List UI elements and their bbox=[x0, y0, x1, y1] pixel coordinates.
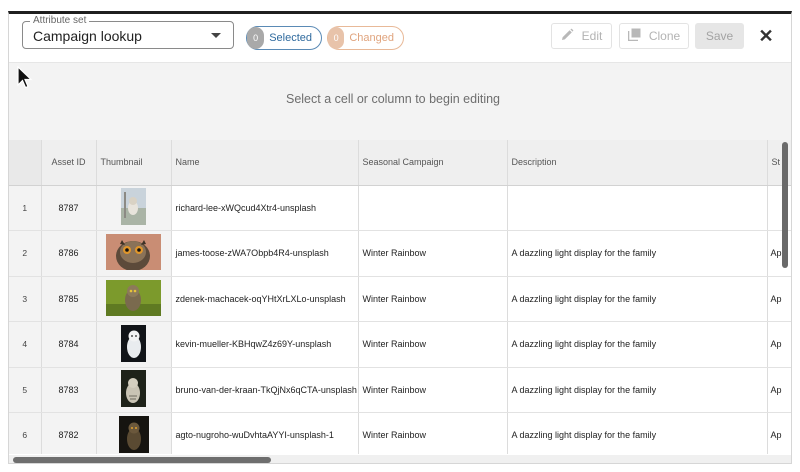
thumbnail-cell[interactable] bbox=[96, 230, 172, 277]
table-row: 6 8782 agto-nugroho-wuDvhtaAYYI-unsplash… bbox=[9, 412, 791, 454]
campaign-cell[interactable]: Winter Rainbow bbox=[358, 321, 508, 368]
description-cell[interactable]: A dazzling light display for the family bbox=[507, 230, 768, 277]
horizontal-scrollbar-thumb[interactable] bbox=[13, 457, 271, 463]
chevron-down-icon bbox=[211, 33, 221, 38]
asset-id-cell[interactable]: 8782 bbox=[41, 412, 97, 454]
attribute-set-legend: Attribute set bbox=[30, 15, 90, 27]
thumbnail-cell[interactable] bbox=[96, 412, 172, 454]
table-row: 1 8787 richard-lee-xWQcud4Xtr4-unsplash bbox=[9, 185, 791, 231]
asset-id-cell[interactable]: 8783 bbox=[41, 367, 97, 413]
selected-label: Selected bbox=[269, 32, 312, 44]
vertical-scrollbar[interactable] bbox=[782, 142, 788, 268]
status-cell[interactable]: Ap bbox=[767, 412, 791, 454]
description-cell[interactable]: A dazzling light display for the family bbox=[507, 321, 768, 368]
changed-count-badge: 0 bbox=[328, 27, 345, 49]
copy-icon bbox=[627, 28, 641, 44]
column-header-name[interactable]: Name bbox=[171, 140, 359, 186]
selected-count-badge: 0 bbox=[247, 27, 265, 49]
save-label: Save bbox=[705, 29, 734, 43]
close-icon[interactable]: ✕ bbox=[757, 26, 775, 46]
mouse-pointer-icon bbox=[17, 65, 33, 95]
name-cell[interactable]: kevin-mueller-KBHqwZ4z69Y-unsplash bbox=[171, 321, 359, 368]
column-header-description[interactable]: Description bbox=[507, 140, 768, 186]
status-cell[interactable]: Ap bbox=[767, 321, 791, 368]
thumbnail-cell[interactable] bbox=[96, 185, 172, 231]
campaign-cell[interactable]: Winter Rainbow bbox=[358, 367, 508, 413]
name-cell[interactable]: bruno-van-der-kraan-TkQjNx6qCTA-unsplash bbox=[171, 367, 359, 413]
table-row: 3 8785 zdenek-machacek-oqYHtXrLXLo-unspl… bbox=[9, 276, 791, 322]
toolbar: Attribute set Campaign lookup 0 Selected… bbox=[9, 14, 791, 62]
campaign-cell[interactable]: Winter Rainbow bbox=[358, 412, 508, 454]
row-number: 5 bbox=[9, 367, 42, 413]
column-header-asset-id[interactable]: Asset ID bbox=[41, 140, 97, 186]
pencil-icon bbox=[561, 28, 574, 44]
table-row: 4 8784 kevin-mueller-KBHqwZ4z69Y-unsplas… bbox=[9, 321, 791, 368]
status-cell[interactable]: Ap bbox=[767, 276, 791, 322]
campaign-cell[interactable]: Winter Rainbow bbox=[358, 276, 508, 322]
selected-filter-pill[interactable]: 0 Selected bbox=[246, 26, 322, 50]
changed-filter-pill[interactable]: 0 Changed bbox=[327, 26, 404, 50]
status-cell[interactable]: Ap bbox=[767, 367, 791, 413]
name-cell[interactable]: james-toose-zWA7Obpb4R4-unsplash bbox=[171, 230, 359, 277]
thumbnail-cell[interactable] bbox=[96, 276, 172, 322]
campaign-cell[interactable]: Winter Rainbow bbox=[358, 230, 508, 277]
row-number: 3 bbox=[9, 276, 42, 322]
edit-label: Edit bbox=[581, 29, 603, 43]
attribute-set-select[interactable]: Attribute set Campaign lookup bbox=[22, 15, 234, 49]
name-cell[interactable]: zdenek-machacek-oqYHtXrLXLo-unsplash bbox=[171, 276, 359, 322]
asset-id-cell[interactable]: 8786 bbox=[41, 230, 97, 277]
name-cell[interactable]: richard-lee-xWQcud4Xtr4-unsplash bbox=[171, 185, 359, 231]
horizontal-scrollbar-track[interactable] bbox=[9, 455, 791, 463]
thumbnail-image bbox=[106, 279, 161, 318]
asset-id-cell[interactable]: 8787 bbox=[41, 185, 97, 231]
table-row: 2 8786 james-toose-zWA7Obpb4R4-unsplash … bbox=[9, 230, 791, 277]
row-number: 1 bbox=[9, 185, 42, 231]
description-cell[interactable]: A dazzling light display for the family bbox=[507, 412, 768, 454]
row-number: 2 bbox=[9, 230, 42, 277]
thumbnail-image bbox=[106, 234, 161, 272]
asset-id-cell[interactable]: 8785 bbox=[41, 276, 97, 322]
row-number: 6 bbox=[9, 412, 42, 454]
thumbnail-image bbox=[121, 324, 146, 364]
thumbnail-image bbox=[121, 370, 146, 409]
save-button[interactable]: Save bbox=[695, 23, 744, 49]
edit-info-bar: Select a cell or column to begin editing bbox=[9, 62, 791, 141]
thumbnail-image bbox=[118, 415, 149, 454]
clone-label: Clone bbox=[648, 29, 681, 43]
thumbnail-cell[interactable] bbox=[96, 367, 172, 413]
thumbnail-image bbox=[121, 188, 146, 227]
data-grid: Asset ID Thumbnail Name Seasonal Campaig… bbox=[9, 140, 791, 454]
header-row: Asset ID Thumbnail Name Seasonal Campaig… bbox=[9, 140, 791, 186]
description-cell[interactable] bbox=[507, 185, 768, 231]
description-cell[interactable]: A dazzling light display for the family bbox=[507, 276, 768, 322]
bulk-edit-panel: Attribute set Campaign lookup 0 Selected… bbox=[8, 11, 792, 464]
info-message: Select a cell or column to begin editing bbox=[285, 92, 500, 106]
clone-button[interactable]: Clone bbox=[619, 23, 689, 49]
table-row: 5 8783 bruno-van-der-kraan-TkQjNx6qCTA-u… bbox=[9, 367, 791, 413]
asset-id-cell[interactable]: 8784 bbox=[41, 321, 97, 368]
attribute-set-value: Campaign lookup bbox=[33, 28, 142, 44]
changed-label: Changed bbox=[349, 32, 394, 44]
campaign-cell[interactable] bbox=[358, 185, 508, 231]
column-header-thumbnail[interactable]: Thumbnail bbox=[96, 140, 172, 186]
description-cell[interactable]: A dazzling light display for the family bbox=[507, 367, 768, 413]
column-header-row-number bbox=[9, 140, 42, 186]
column-header-seasonal-campaign[interactable]: Seasonal Campaign bbox=[358, 140, 508, 186]
thumbnail-cell[interactable] bbox=[96, 321, 172, 368]
edit-button[interactable]: Edit bbox=[551, 23, 612, 49]
name-cell[interactable]: agto-nugroho-wuDvhtaAYYI-unsplash-1 bbox=[171, 412, 359, 454]
row-number: 4 bbox=[9, 321, 42, 368]
